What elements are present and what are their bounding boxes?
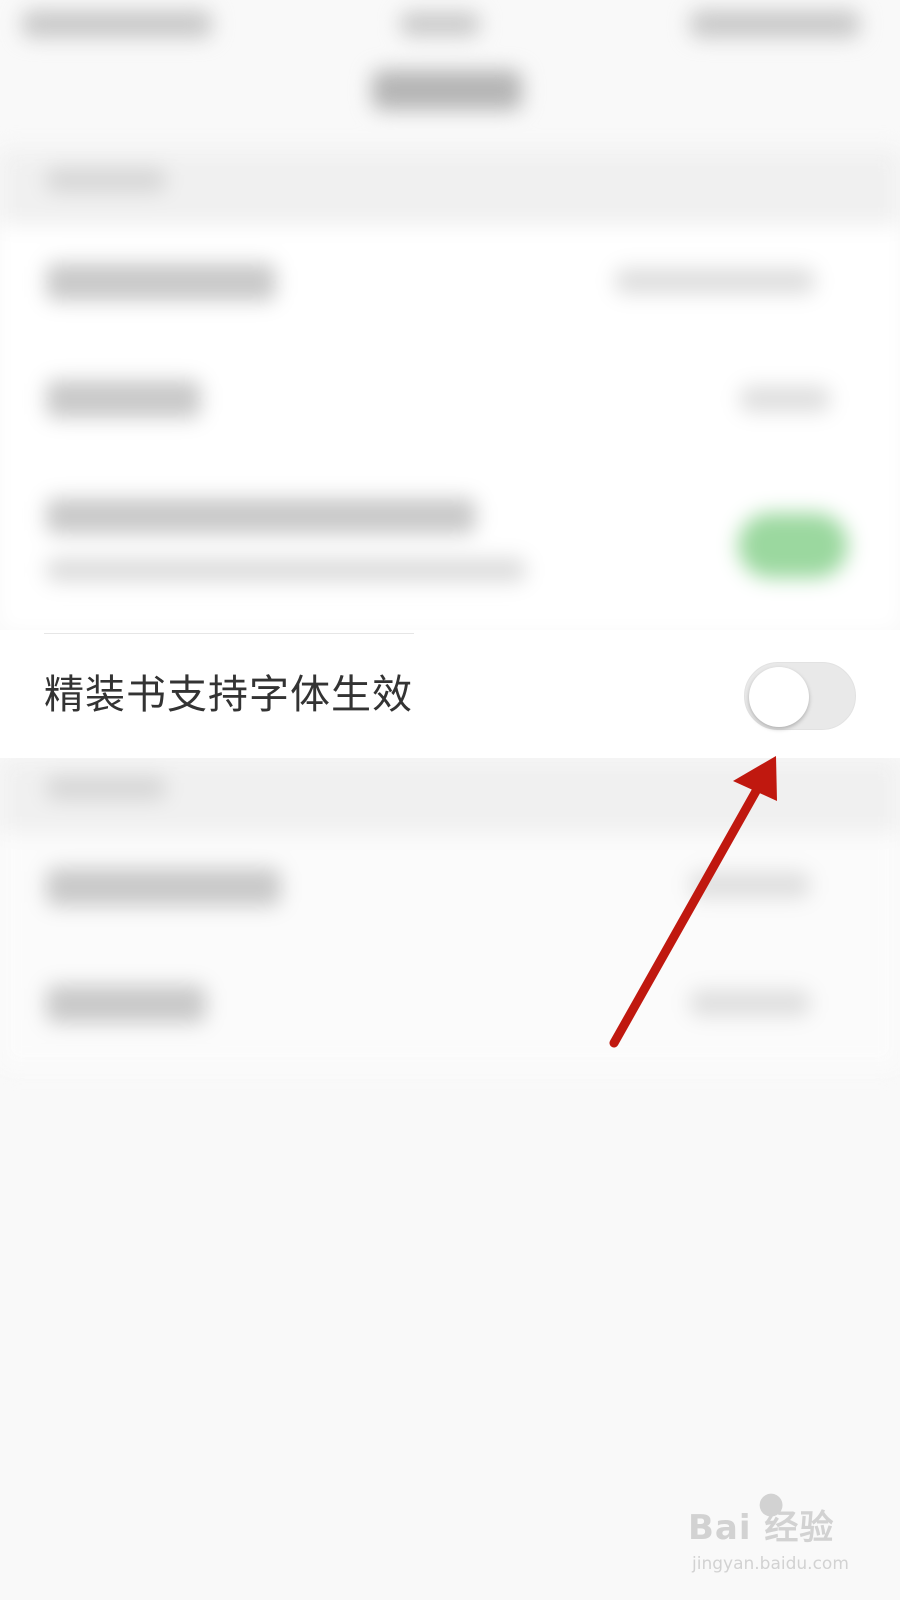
- row-2-value: [740, 386, 830, 412]
- status-bar-right: [690, 10, 860, 38]
- status-bar-center: [400, 12, 480, 36]
- row-5-label: [46, 985, 206, 1023]
- row-divider: [44, 633, 414, 634]
- row-1-label: [46, 263, 276, 301]
- row-4-label: [46, 868, 281, 906]
- row-2-label: [46, 380, 201, 418]
- row-5-value: [690, 990, 810, 1016]
- paw-icon: ●: [758, 1486, 785, 1521]
- blurred-toggle-on: [738, 513, 848, 578]
- row-3-label: [46, 498, 476, 534]
- section-header-1-text: [46, 168, 166, 192]
- status-bar-left: [22, 10, 212, 38]
- watermark-url: jingyan.baidu.com: [692, 1554, 849, 1574]
- section-header-2-text: [46, 776, 166, 800]
- setting-label: 精装书支持字体生效: [44, 672, 413, 718]
- nav-title: [372, 70, 522, 110]
- baidu-jingyan-watermark: Bai 经验 ● jingyan.baidu.com: [688, 1486, 888, 1590]
- row-3-sublabel: [46, 558, 526, 582]
- row-4-value: [690, 872, 810, 898]
- row-1-value: [615, 268, 815, 294]
- blurred-background: [0, 0, 900, 1600]
- font-effect-toggle[interactable]: [744, 662, 856, 730]
- toggle-knob: [749, 667, 809, 727]
